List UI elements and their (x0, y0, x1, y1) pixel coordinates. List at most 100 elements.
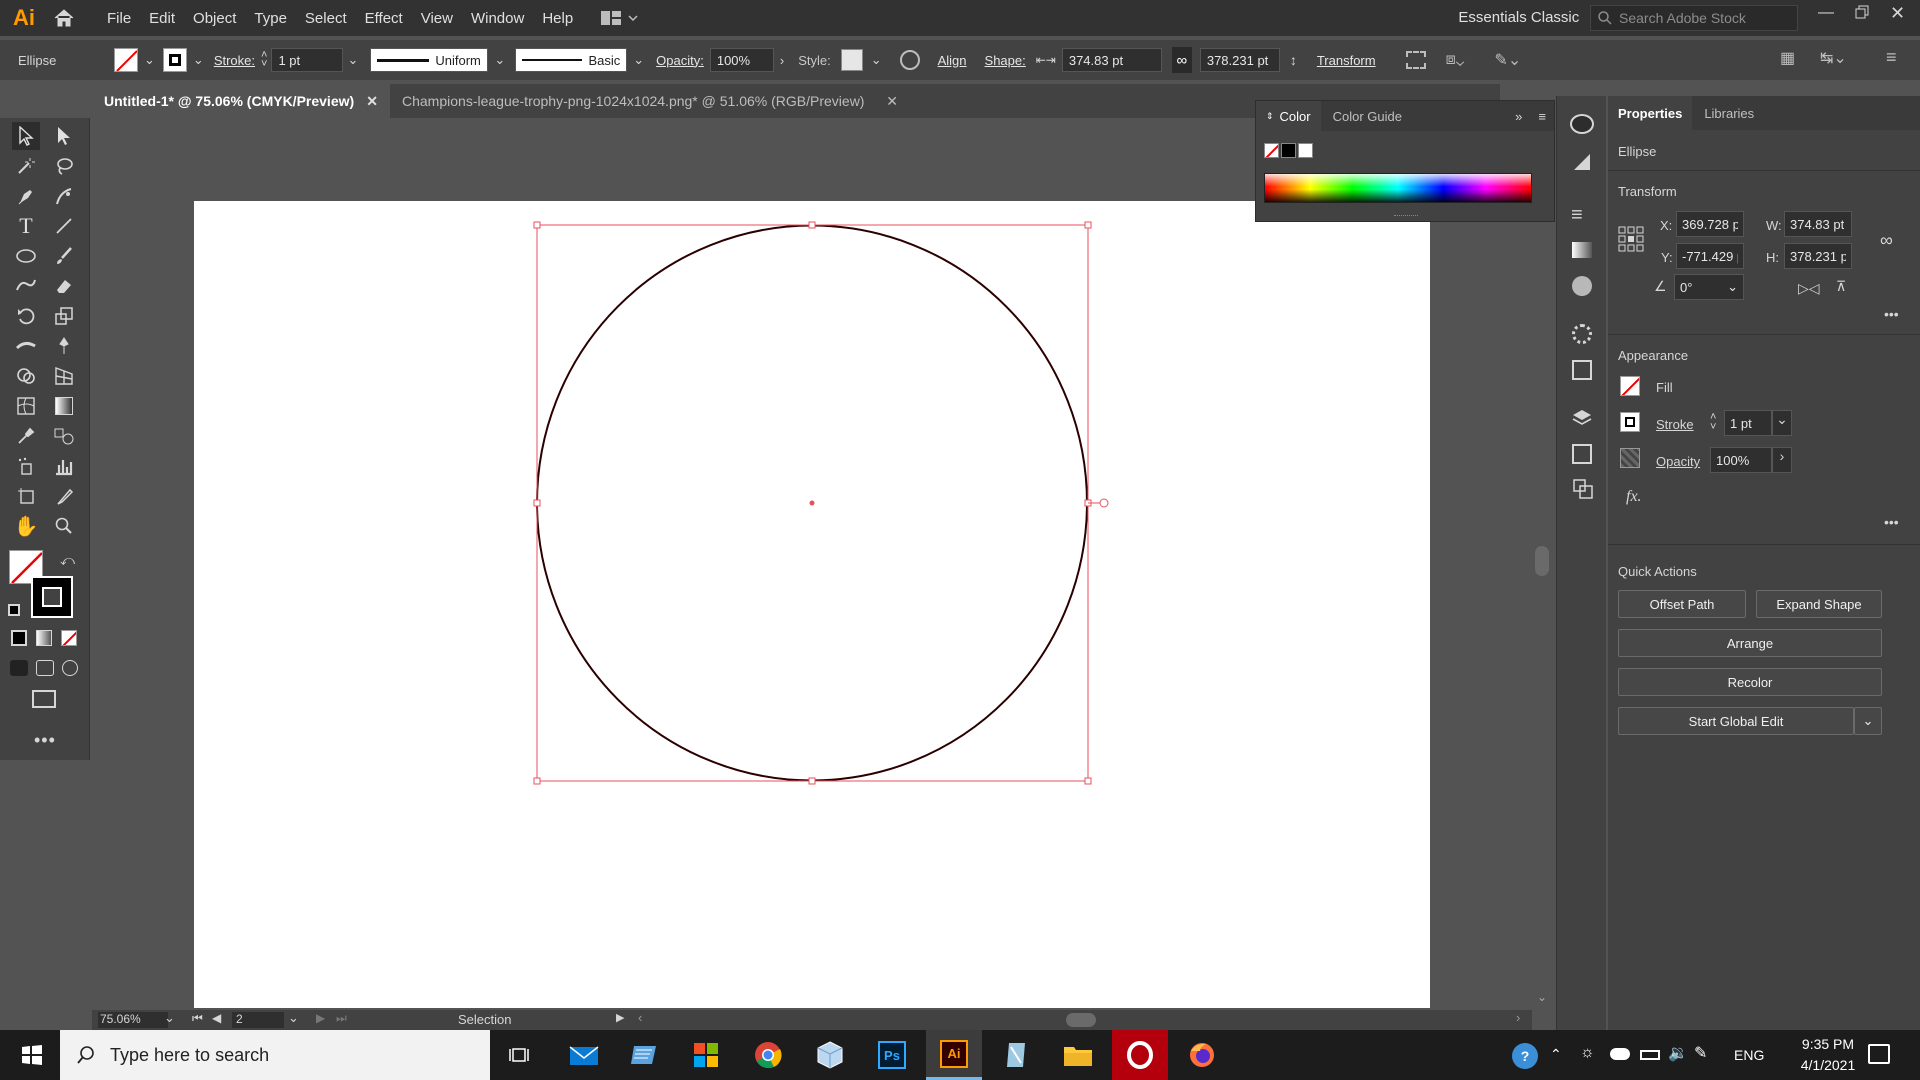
vertical-scrollbar[interactable]: ⌄ (1530, 118, 1554, 1010)
chevron-right-icon[interactable]: › (780, 53, 784, 68)
stroke-weight-field[interactable]: 1 pt (1724, 410, 1772, 436)
app-icon-3[interactable] (617, 1030, 673, 1080)
task-view-icon[interactable] (492, 1030, 548, 1080)
flip-vertical-icon[interactable]: ⊼ (1836, 278, 1846, 295)
align-to-icon[interactable] (1405, 51, 1426, 69)
opacity-field[interactable]: 100% (709, 48, 774, 72)
close-icon[interactable]: ✕ (366, 93, 378, 110)
tray-overflow-icon[interactable]: ⌃ (1550, 1046, 1562, 1063)
tab-libraries[interactable]: Libraries (1692, 106, 1766, 121)
arrange-documents-icon[interactable] (600, 10, 638, 26)
flip-horizontal-icon[interactable]: ▷◁ (1798, 280, 1820, 297)
fill-swatch[interactable] (114, 48, 138, 72)
color-mode-icon[interactable] (11, 630, 27, 646)
menu-view[interactable]: View (412, 10, 462, 27)
stroke-weight-field[interactable]: 1 pt (271, 48, 344, 72)
panel-menu-icon[interactable]: ≡ (1538, 109, 1546, 124)
swap-fill-stroke-icon[interactable]: ⤺ (60, 552, 75, 569)
perspective-grid-tool-icon[interactable] (50, 362, 78, 390)
style-swatch[interactable] (840, 49, 863, 71)
arrange-button[interactable]: Arrange (1618, 629, 1882, 657)
blend-tool-icon[interactable] (50, 422, 78, 450)
opacity-label[interactable]: Opacity (1656, 454, 1700, 469)
properties-toggle-icon[interactable]: ↹⌄ (1820, 48, 1847, 68)
color-panel-icon[interactable] (1570, 114, 1594, 134)
align-label[interactable]: Align (938, 53, 967, 68)
shape-height-field[interactable]: 378.231 pt (1199, 48, 1280, 72)
scroll-left-icon[interactable]: ‹ (638, 1010, 642, 1025)
opacity-label[interactable]: Opacity: (656, 53, 704, 68)
taskbar-search-box[interactable]: Type here to search (60, 1030, 490, 1080)
white-swatch[interactable] (1298, 143, 1313, 158)
pen-workspace-icon[interactable]: ✎ (1694, 1043, 1707, 1063)
panel-resize-grip[interactable] (1394, 215, 1418, 218)
first-artboard-icon[interactable]: ⏮ (192, 1011, 203, 1026)
recolor-button[interactable]: Recolor (1618, 668, 1882, 696)
illustrator-icon[interactable]: Ai (926, 1030, 982, 1080)
graphic-styles-icon[interactable] (1572, 360, 1592, 380)
color-guide-icon[interactable] (1572, 152, 1592, 172)
panel-menu-icon[interactable]: ▦ (1780, 48, 1795, 68)
hand-tool-icon[interactable]: ✋ (12, 512, 40, 540)
onedrive-icon[interactable] (1610, 1048, 1630, 1060)
stroke-panel-icon[interactable]: ≡ (1571, 204, 1583, 227)
line-segment-tool-icon[interactable] (50, 212, 78, 240)
layers-panel-icon[interactable] (1571, 408, 1593, 428)
tab-champions-league-trophy[interactable]: Champions-league-trophy-png-1024x1024.pn… (390, 84, 910, 118)
color-spectrum[interactable] (1264, 173, 1532, 203)
x-field[interactable]: 369.728 pt (1676, 211, 1744, 237)
magic-wand-tool-icon[interactable] (12, 152, 40, 180)
black-swatch[interactable] (1281, 143, 1296, 158)
artwork[interactable] (194, 201, 1430, 1008)
mesh-tool-icon[interactable] (12, 392, 40, 420)
draw-inside-icon[interactable] (62, 660, 78, 676)
minimize-button[interactable]: — (1818, 4, 1838, 28)
export-panel-icon[interactable] (1572, 444, 1592, 464)
pen-tool-icon[interactable] (12, 182, 40, 210)
gradient-panel-icon[interactable] (1572, 242, 1592, 258)
clock[interactable]: 9:35 PM 4/1/2021 (1780, 1034, 1876, 1076)
draw-behind-icon[interactable] (36, 660, 54, 676)
battery-icon[interactable] (1640, 1050, 1660, 1060)
angle-field[interactable]: 0° ⌄ (1674, 274, 1744, 300)
eyedropper-tool-icon[interactable] (12, 422, 40, 450)
app-cube-icon[interactable] (802, 1030, 858, 1080)
transparency-panel-icon[interactable] (1572, 276, 1592, 296)
horizontal-scroll-thumb[interactable] (1066, 1013, 1096, 1027)
more-tools-icon[interactable]: ••• (34, 730, 56, 751)
global-edit-options-button[interactable]: ⌄ (1854, 707, 1882, 735)
close-icon[interactable]: ✕ (886, 93, 898, 110)
w-field[interactable]: 374.83 pt (1784, 211, 1852, 237)
direct-selection-tool-icon[interactable] (50, 122, 78, 150)
gradient-tool-icon[interactable] (50, 392, 78, 420)
close-button[interactable]: ✕ (1890, 3, 1910, 27)
help-icon[interactable]: ? (1512, 1043, 1538, 1069)
brush-dropdown[interactable]: Basic (515, 48, 628, 72)
default-colors-icon[interactable] (8, 604, 20, 616)
shape-builder-tool-icon[interactable] (12, 362, 40, 390)
stroke-color-swatch[interactable] (31, 576, 73, 618)
type-tool-icon[interactable]: T (12, 212, 40, 240)
last-artboard-icon[interactable]: ⏭ (336, 1011, 347, 1026)
ellipse-tool-icon[interactable] (12, 242, 40, 270)
chevron-down-icon[interactable]: ⌄ (1727, 279, 1738, 295)
tab-color[interactable]: ⇕ Color (1256, 101, 1321, 131)
curvature-tool-icon[interactable] (50, 182, 78, 210)
chrome-icon[interactable] (740, 1030, 796, 1080)
more-options-icon[interactable]: ••• (1884, 306, 1899, 322)
recolor-artwork-icon[interactable] (899, 50, 920, 70)
artboard-number-field[interactable]: 2 (232, 1012, 284, 1028)
chevron-down-icon[interactable]: ⌄ (164, 1010, 175, 1026)
chevron-down-icon[interactable]: ⌄ (193, 52, 204, 68)
lasso-tool-icon[interactable] (50, 152, 78, 180)
stroke-weight-stepper[interactable]: ˄ ˅ 1 pt ⌄ (261, 48, 358, 72)
chevron-down-icon[interactable]: ⌄ (347, 52, 358, 68)
workspace-switcher[interactable]: Essentials Classic ⌄ (1458, 8, 1604, 26)
selection-tool-icon[interactable] (12, 122, 40, 150)
shape-label[interactable]: Shape: (985, 53, 1026, 68)
stepper-arrows-icon[interactable]: ˄ ˅ (261, 50, 267, 70)
language-indicator[interactable]: ENG (1734, 1047, 1764, 1063)
menu-help[interactable]: Help (533, 10, 582, 27)
stroke-label[interactable]: Stroke: (214, 53, 255, 68)
next-artboard-icon[interactable]: ▶ (316, 1011, 325, 1025)
